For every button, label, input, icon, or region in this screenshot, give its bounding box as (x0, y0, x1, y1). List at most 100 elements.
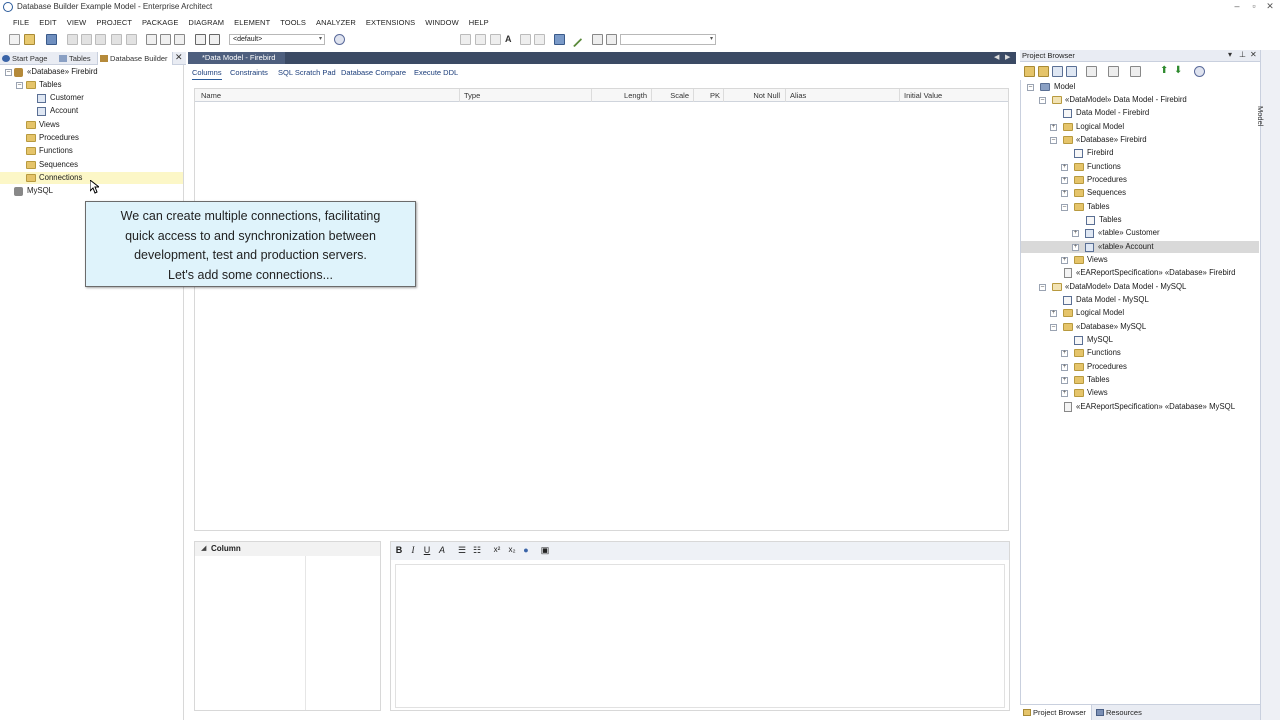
package-control-icon[interactable] (1130, 66, 1141, 77)
collapse-icon[interactable]: – (1050, 137, 1057, 144)
col-type[interactable]: Type (460, 89, 592, 102)
align-center-icon[interactable] (475, 34, 486, 45)
pb-item-procedures-1[interactable]: + Procedures (1021, 174, 1259, 186)
font-color-icon[interactable]: A (437, 545, 447, 555)
tree-item-account[interactable]: Account (0, 105, 184, 117)
menu-view[interactable]: VIEW (62, 16, 92, 30)
menu-file[interactable]: FILE (8, 16, 34, 30)
pb-item-views-2[interactable]: + Views (1021, 387, 1259, 399)
hyperlink-icon[interactable]: ● (521, 545, 531, 555)
col-not-null[interactable]: Not Null (724, 89, 786, 102)
copy-icon[interactable] (81, 34, 92, 45)
superscript-icon[interactable]: x² (492, 545, 502, 554)
bulleted-list-icon[interactable]: ☰ (457, 545, 467, 556)
pb-item-mysql[interactable]: MySQL (1021, 334, 1259, 346)
col-name[interactable]: Name (197, 89, 460, 102)
expand-icon[interactable]: + (1061, 257, 1068, 264)
scroll-left-icon[interactable]: ◀ (994, 53, 999, 61)
undo-icon[interactable] (111, 34, 122, 45)
menu-analyzer[interactable]: ANALYZER (311, 16, 361, 30)
expand-icon[interactable]: + (1050, 124, 1057, 131)
expand-icon[interactable]: + (1061, 390, 1068, 397)
subtab-columns[interactable]: Columns (192, 66, 222, 80)
layout-icon[interactable] (592, 34, 603, 45)
maximize-icon[interactable]: ▫ (1248, 1, 1260, 11)
properties-icon[interactable] (1108, 66, 1119, 77)
browser-search-icon[interactable] (1086, 66, 1097, 77)
expand-icon[interactable]: + (1061, 377, 1068, 384)
pb-item-functions-1[interactable]: + Functions (1021, 161, 1259, 173)
tab-resources[interactable]: Resources (1093, 705, 1163, 720)
menu-element[interactable]: ELEMENT (229, 16, 275, 30)
tree-item-views[interactable]: Views (0, 119, 184, 131)
expand-icon[interactable]: + (1072, 244, 1079, 251)
collapse-icon[interactable]: – (1039, 284, 1046, 291)
notes-textarea[interactable] (395, 564, 1005, 708)
tab-tables[interactable]: Tables (57, 52, 95, 65)
subtab-constraints[interactable]: Constraints (230, 66, 268, 79)
fill-color-icon[interactable] (554, 34, 565, 45)
print-icon[interactable] (174, 34, 185, 45)
save-icon[interactable] (46, 34, 57, 45)
subtab-execute-ddl[interactable]: Execute DDL (414, 66, 458, 79)
expand-icon[interactable]: + (1050, 310, 1057, 317)
pb-item-firebird[interactable]: Firebird (1021, 147, 1259, 159)
expand-icon[interactable]: + (1061, 364, 1068, 371)
col-length[interactable]: Length (592, 89, 652, 102)
align-right-icon[interactable] (490, 34, 501, 45)
col-pk[interactable]: PK (694, 89, 724, 102)
perspective-icon[interactable] (334, 34, 345, 45)
tab-data-model-firebird[interactable]: *Data Model - Firebird (188, 52, 286, 64)
list-icon[interactable] (534, 34, 545, 45)
underline-icon[interactable]: U (422, 545, 432, 555)
expand-icon[interactable]: + (1061, 350, 1068, 357)
menu-edit[interactable]: EDIT (34, 16, 61, 30)
numbered-list-icon[interactable]: ☷ (472, 545, 482, 556)
close-window-icon[interactable]: ✕ (1264, 1, 1276, 12)
subscript-icon[interactable]: x₂ (507, 545, 517, 554)
pb-item-dm-mysql[interactable]: – «DataModel» Data Model - MySQL (1021, 281, 1259, 293)
pb-item-sequences-1[interactable]: + Sequences (1021, 187, 1259, 199)
pb-item-logical-model-1[interactable]: + Logical Model (1021, 121, 1259, 133)
tree-item-sequences[interactable]: Sequences (0, 159, 184, 171)
format-icon[interactable] (520, 34, 531, 45)
menu-extensions[interactable]: EXTENSIONS (361, 16, 420, 30)
bold-icon[interactable]: B (394, 545, 404, 555)
col-alias[interactable]: Alias (786, 89, 900, 102)
pb-item-report-mysql[interactable]: «EAReportSpecification» «Database» MySQL (1021, 401, 1259, 413)
column-group-header[interactable]: ◢ Column (195, 542, 380, 556)
menu-help[interactable]: HELP (464, 16, 494, 30)
pb-item-tables-diagram[interactable]: Tables (1021, 214, 1259, 226)
model-wizard-icon[interactable] (1194, 66, 1205, 77)
redo-icon[interactable] (126, 34, 137, 45)
tree-item-procedures[interactable]: Procedures (0, 132, 184, 144)
tree-item-database-firebird[interactable]: – «Database» Firebird (0, 66, 184, 78)
subtab-sql-scratch-pad[interactable]: SQL Scratch Pad (278, 66, 336, 79)
side-tab-model[interactable]: Model (1256, 106, 1265, 126)
menu-package[interactable]: PACKAGE (137, 16, 183, 30)
expand-icon[interactable]: + (1061, 164, 1068, 171)
italic-icon[interactable]: I (408, 545, 418, 555)
new-package-icon[interactable] (1024, 66, 1035, 77)
tree-item-functions[interactable]: Functions (0, 145, 184, 157)
scroll-right-icon[interactable]: ▶ (1005, 53, 1010, 61)
new-icon[interactable] (9, 34, 20, 45)
font-icon[interactable]: A (505, 34, 516, 45)
dropdown-icon[interactable]: ▾ (1228, 50, 1232, 59)
col-initial-value[interactable]: Initial Value (900, 89, 1008, 102)
collapse-icon[interactable]: – (1027, 84, 1034, 91)
tab-project-browser[interactable]: Project Browser (1020, 705, 1092, 720)
subtab-database-compare[interactable]: Database Compare (341, 66, 406, 79)
pb-item-db-mysql[interactable]: – «Database» MySQL (1021, 321, 1259, 333)
tab-database-builder[interactable]: Database Builder (97, 52, 173, 65)
collapse-icon[interactable]: – (1061, 204, 1068, 211)
expand-icon[interactable]: + (1061, 190, 1068, 197)
menu-diagram[interactable]: DIAGRAM (183, 16, 229, 30)
find-icon[interactable] (146, 34, 157, 45)
collapse-icon[interactable]: – (16, 82, 23, 89)
tree-item-customer[interactable]: Customer (0, 92, 184, 104)
minimize-icon[interactable]: – (1231, 1, 1243, 11)
pb-item-model[interactable]: – Model (1021, 81, 1259, 93)
settings-icon[interactable] (209, 34, 220, 45)
print-preview-icon[interactable] (160, 34, 171, 45)
